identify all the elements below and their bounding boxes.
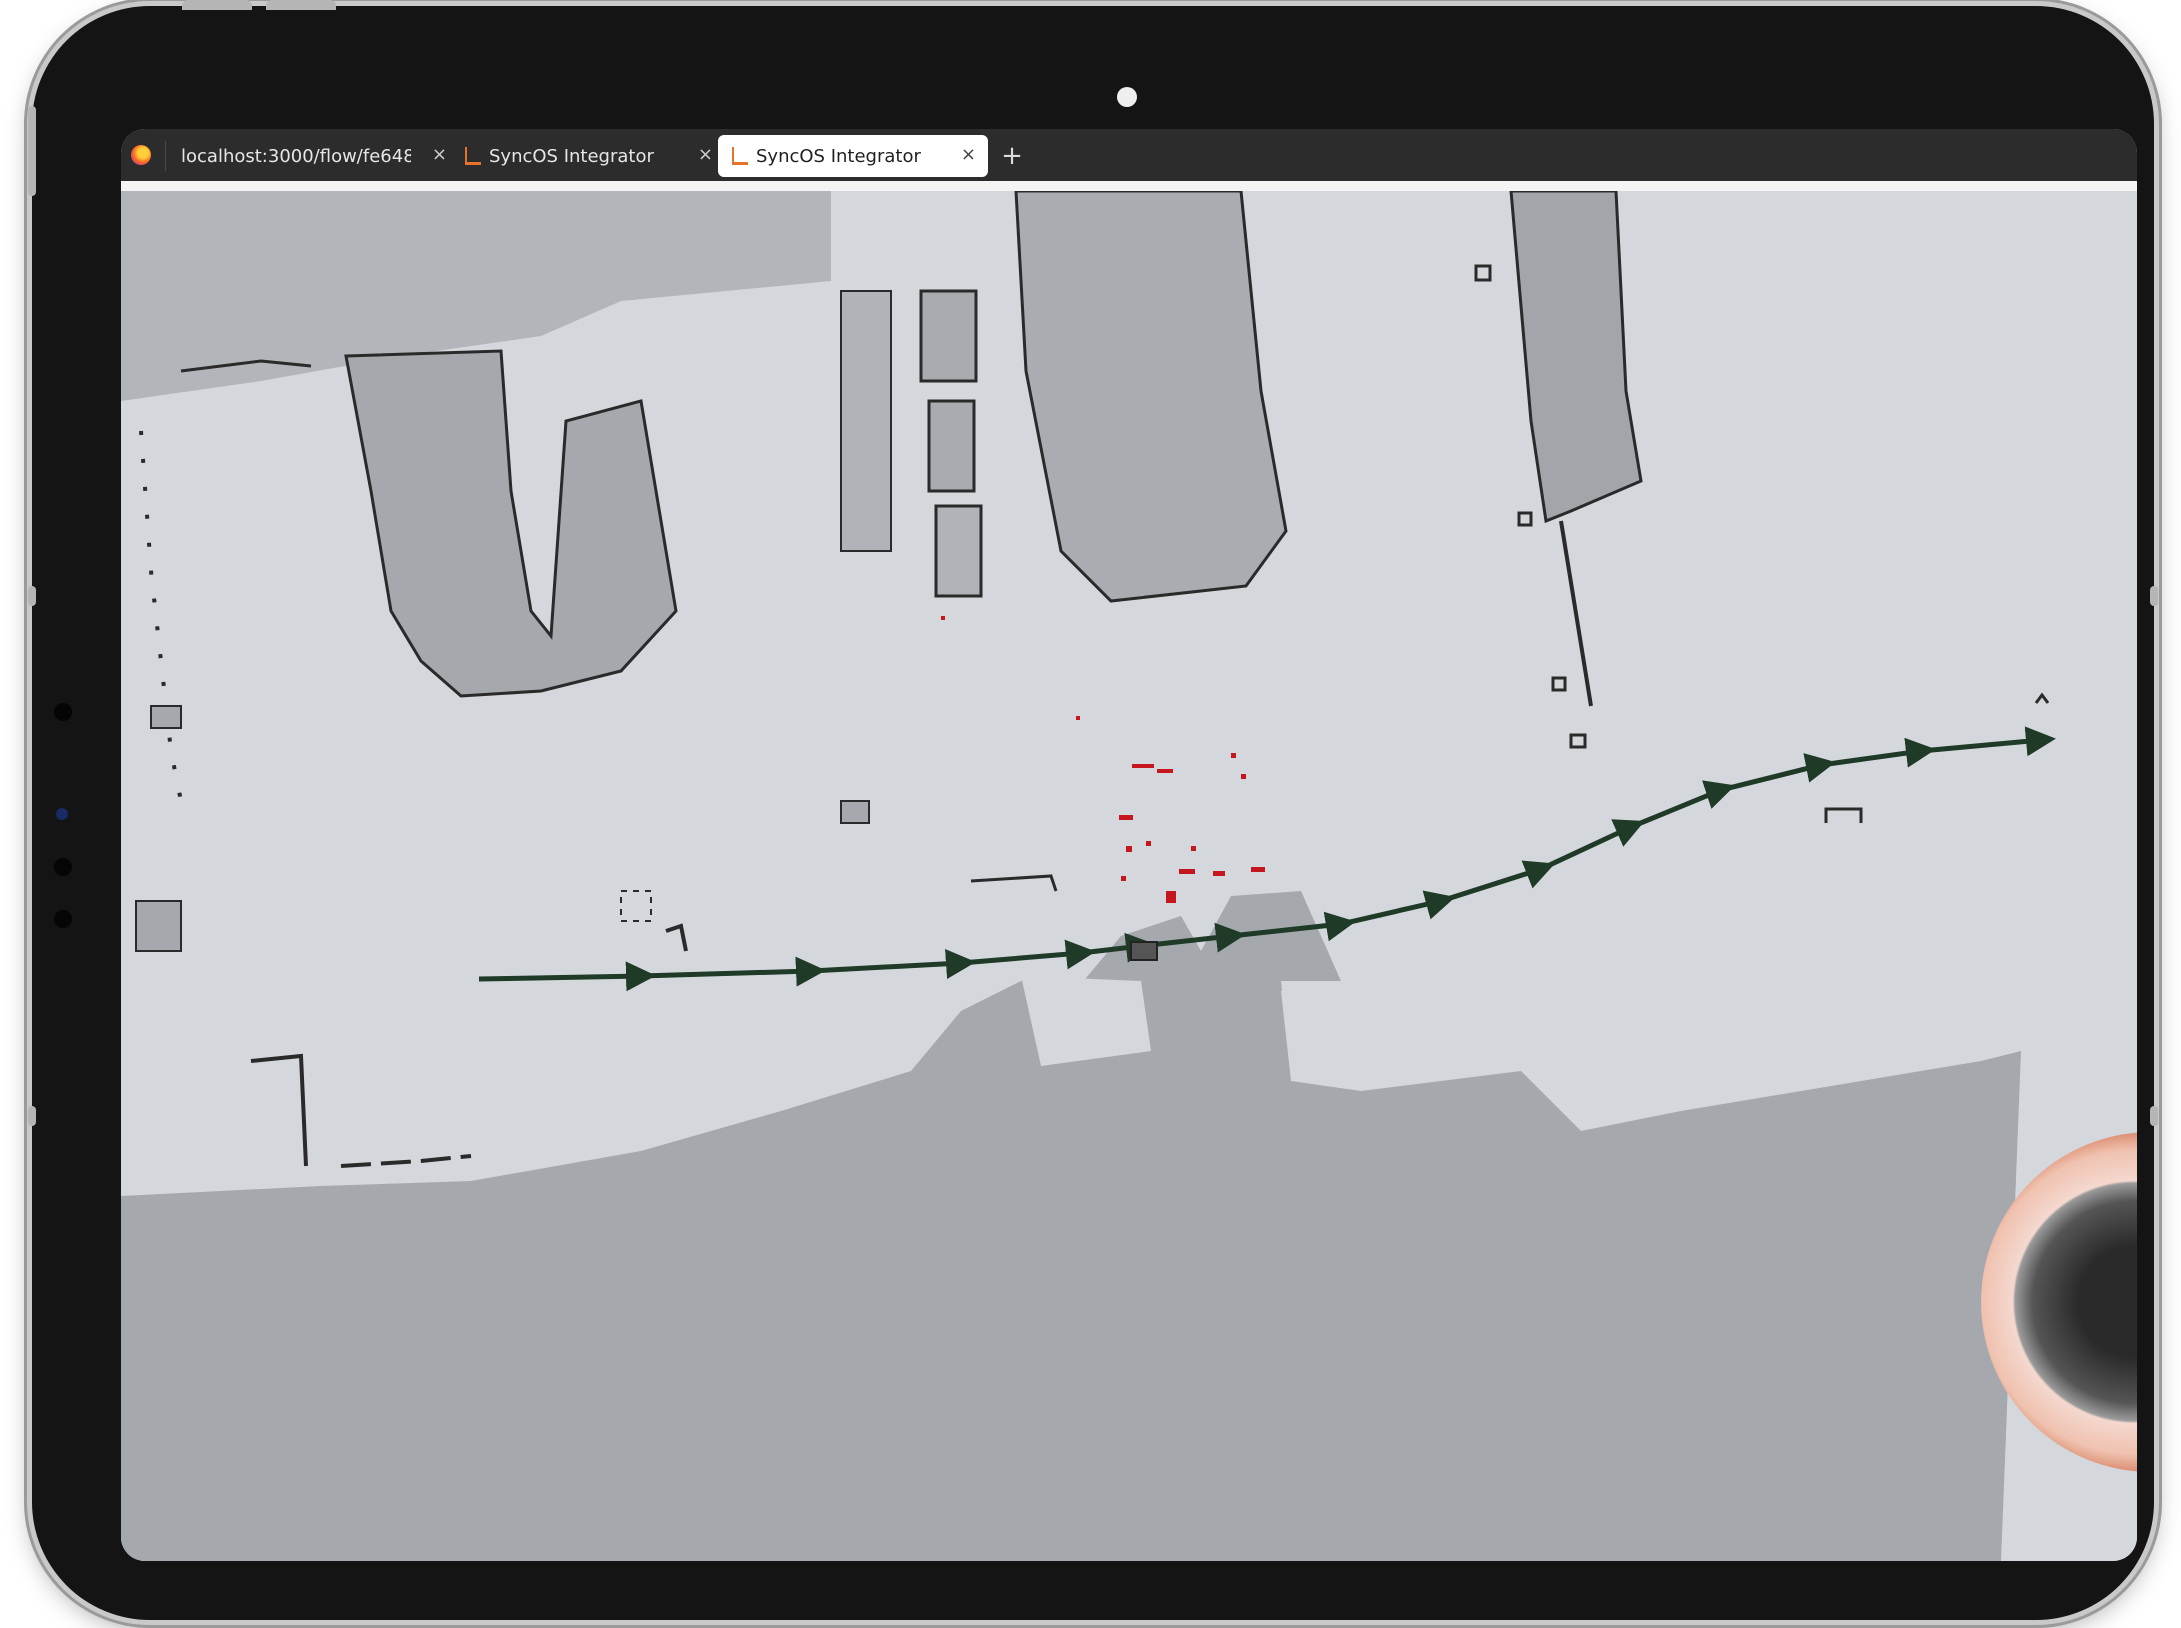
close-tab-icon[interactable]: × [698,144,713,166]
tab-title: SyncOS Integrator [489,145,654,167]
shelf [934,504,983,598]
tab-localhost-flow[interactable]: localhost:3000/flow/fe648b × [169,135,459,177]
sensor-dot [56,808,68,820]
tab-title: localhost:3000/flow/fe648b [181,145,411,167]
side-notch [28,1106,36,1126]
occupancy-map[interactable] [121,191,2137,1561]
volume-button [182,0,252,10]
shelf [927,399,976,493]
browser-window: localhost:3000/flow/fe648b × SyncOS Inte… [121,129,2137,1561]
tab-title: SyncOS Integrator [756,145,921,167]
sensor-dot [54,703,72,721]
obstacle [135,900,182,952]
obstacle [840,800,870,824]
close-tab-icon[interactable]: × [432,144,447,166]
free-space [1021,976,1151,1066]
syncos-logo-icon [465,147,481,165]
tab-syncos-integrator[interactable]: SyncOS Integrator × [449,135,725,177]
side-notch [2150,586,2158,606]
syncos-logo-icon [732,147,748,165]
side-notch [28,586,36,606]
volume-button [266,0,336,10]
page-top-strip [121,181,2137,191]
close-tab-icon[interactable]: × [961,144,976,166]
front-camera [1117,87,1137,107]
robot-position-icon[interactable] [1130,941,1158,961]
firefox-icon[interactable] [131,145,151,165]
tab-bar: localhost:3000/flow/fe648b × SyncOS Inte… [121,129,2137,181]
shelf [919,289,978,383]
tablet-frame: localhost:3000/flow/fe648b × SyncOS Inte… [28,0,2158,1620]
obstacle [150,705,182,729]
side-notch [2150,1106,2158,1126]
sensor-dot [54,910,72,928]
tab-separator [165,141,166,171]
tab-syncos-integrator-active[interactable]: SyncOS Integrator × [718,135,988,177]
sensor-dot [54,858,72,876]
shelf [840,290,892,552]
free-space [1281,981,1521,1071]
new-tab-button[interactable]: + [995,139,1029,173]
power-button [28,106,36,196]
